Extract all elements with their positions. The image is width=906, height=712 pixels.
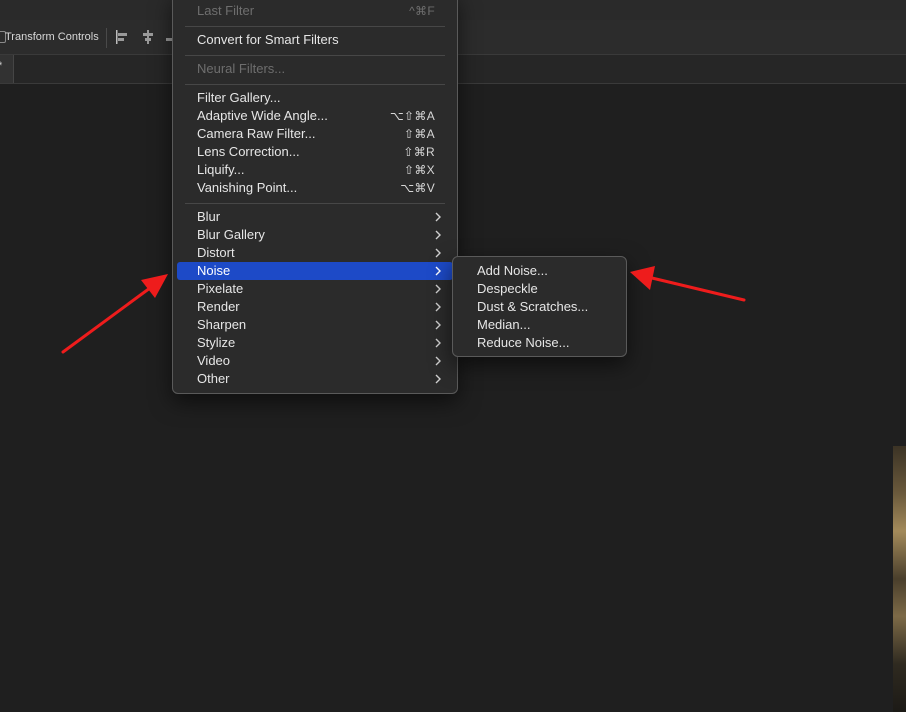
annotation-arrow-add-noise	[630, 266, 746, 302]
annotation-arrows	[61, 266, 746, 354]
annotation-arrow-noise	[61, 274, 168, 354]
